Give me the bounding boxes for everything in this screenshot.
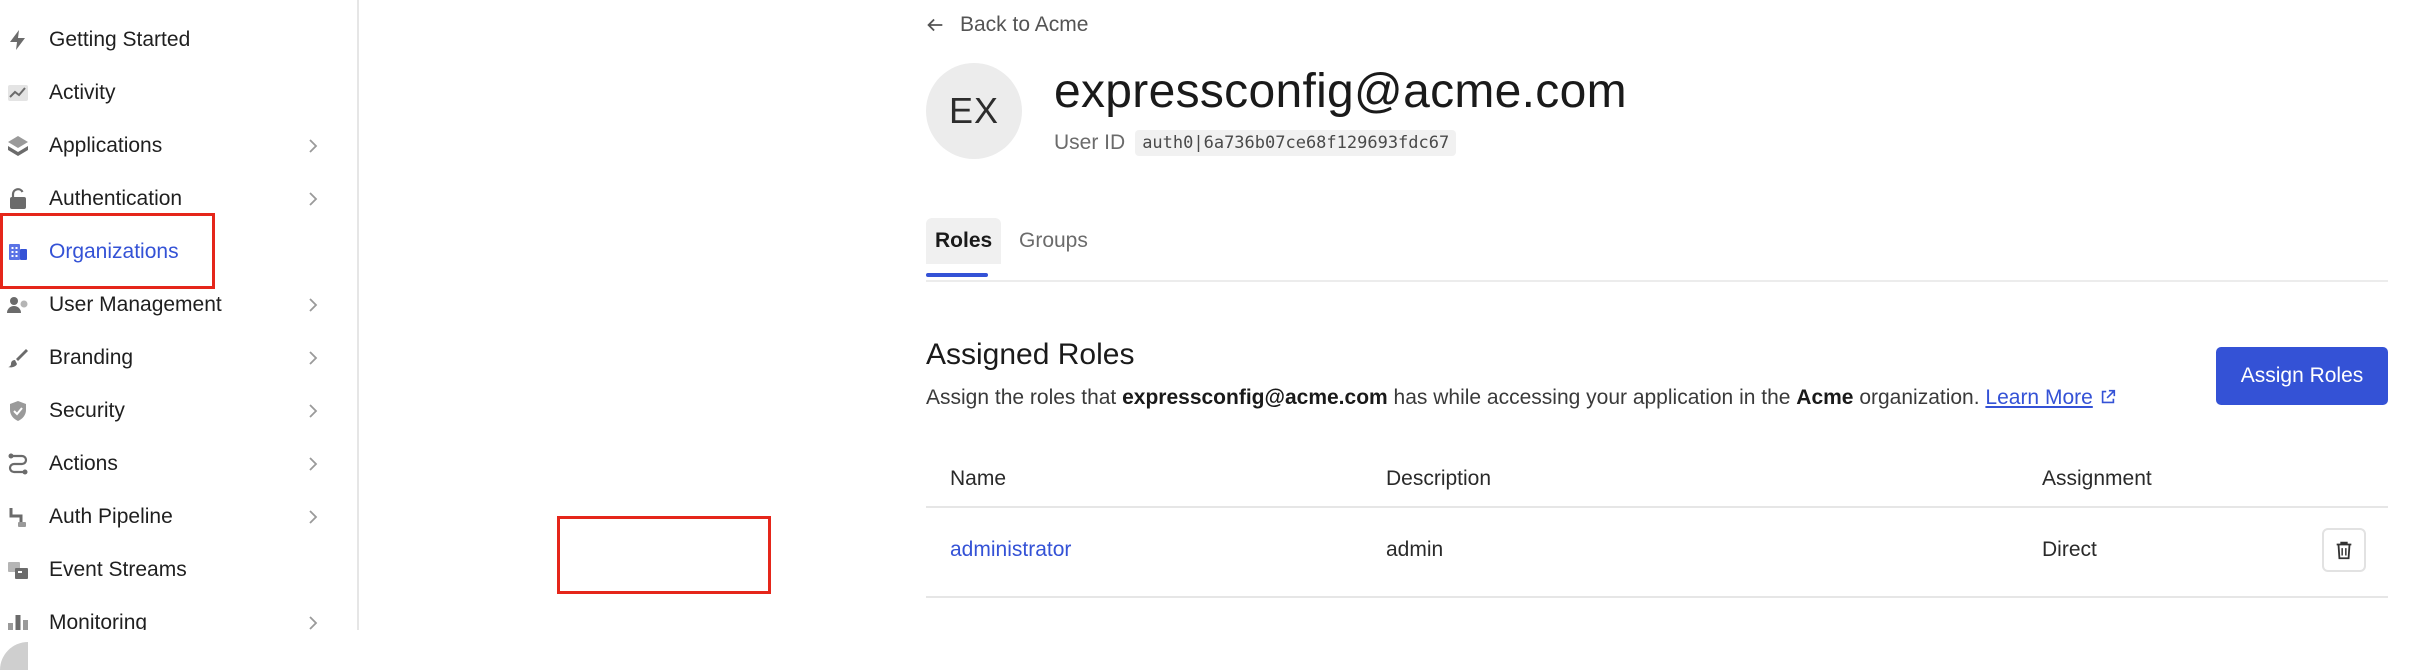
sidebar-item-getting-started[interactable]: Getting Started [0,18,340,62]
section-title: Assigned Roles [926,338,1135,371]
sidebar-item-label: Applications [49,134,163,157]
building-icon [6,240,30,264]
users-icon [6,293,30,317]
chevron-right-icon [303,348,323,368]
chevron-right-icon [303,613,323,630]
desc-text: organization. [1853,386,1986,409]
chevron-right-icon [303,295,323,315]
desc-text: Assign the roles that [926,386,1123,409]
user-id-value: auth0|6a736b07ce68f129693fdc67 [1135,130,1457,156]
sidebar-item-label: Authentication [49,187,183,210]
section-description: Assign the roles that expressconfig@acme… [926,386,2117,410]
external-link-icon[interactable] [2099,388,2117,406]
role-description: admin [1386,538,1444,561]
sidebar-item-branding[interactable]: Branding [0,336,340,380]
sidebar-item-monitoring[interactable]: Monitoring [0,601,340,630]
chevron-right-icon [303,507,323,527]
highlight-box-administrator [557,516,771,594]
flow-icon [6,452,30,476]
desc-org: Acme [1796,386,1854,409]
event-streams-icon [6,558,30,582]
table-row: administrator admin Direct [926,508,2388,598]
chevron-right-icon [303,401,323,421]
active-tab-indicator [926,273,988,277]
sidebar-item-auth-pipeline[interactable]: Auth Pipeline [0,495,340,539]
sidebar-item-label: Activity [49,81,116,104]
tab-groups[interactable]: Groups [1010,218,1097,264]
desc-user: expressconfig@acme.com [1122,386,1388,409]
assign-roles-button[interactable]: Assign Roles [2216,347,2388,405]
sidebar-item-label: Organizations [49,240,179,263]
sidebar-item-label: Branding [49,346,134,369]
sidebar-item-applications[interactable]: Applications [0,124,340,168]
sidebar-item-security[interactable]: Security [0,389,340,433]
tab-bar: Roles Groups [926,218,2388,282]
column-header-name: Name [950,467,1007,490]
bottom-strip [0,630,2420,670]
sidebar-item-event-streams[interactable]: Event Streams [0,548,340,592]
delete-role-button[interactable] [2322,528,2366,572]
sidebar-item-activity[interactable]: Activity [0,71,340,115]
trash-icon [2336,541,2352,560]
column-header-description: Description [1386,467,1492,490]
user-id-label: User ID [1054,131,1126,154]
chevron-right-icon [303,136,323,156]
back-to-org-link[interactable]: Back to Acme [924,10,1088,40]
sidebar: Getting Started Activity Applications Au… [0,0,359,630]
sidebar-item-actions[interactable]: Actions [0,442,340,486]
arrow-left-icon [927,18,943,32]
sidebar-item-label: User Management [49,293,222,316]
bolt-icon [6,28,30,52]
tab-roles[interactable]: Roles [926,218,1002,264]
chevron-right-icon [303,454,323,474]
sidebar-item-label: Auth Pipeline [49,505,173,528]
user-id-row: User ID auth0|6a736b07ce68f129693fdc67 [1054,130,1457,156]
brush-icon [6,346,30,370]
role-assignment: Direct [2042,538,2097,561]
layers-icon [6,134,30,158]
sidebar-item-organizations[interactable]: Organizations [0,230,340,274]
sidebar-item-label: Monitoring [49,611,148,630]
activity-chart-icon [6,81,30,105]
bar-chart-icon [6,611,30,630]
desc-text: has while accessing your application in … [1387,386,1797,409]
sidebar-item-label: Event Streams [49,558,187,581]
chevron-right-icon [303,189,323,209]
back-link-label: Back to Acme [960,13,1089,36]
sidebar-item-label: Actions [49,452,118,475]
sidebar-item-label: Security [49,399,125,422]
learn-more-link[interactable]: Learn More [1985,386,2092,409]
role-name-link[interactable]: administrator [950,538,1071,562]
sidebar-item-user-management[interactable]: User Management [0,283,340,327]
avatar: EX [926,63,1022,159]
shield-check-icon [6,399,30,423]
sidebar-item-label: Getting Started [49,28,191,51]
unlock-icon [6,187,30,211]
pipeline-icon [6,505,30,529]
sidebar-item-authentication[interactable]: Authentication [0,177,340,221]
column-header-assignment: Assignment [2042,467,2152,490]
page-title: expressconfig@acme.com [1054,65,1627,118]
table-header: Name Description Assignment [926,452,2388,508]
